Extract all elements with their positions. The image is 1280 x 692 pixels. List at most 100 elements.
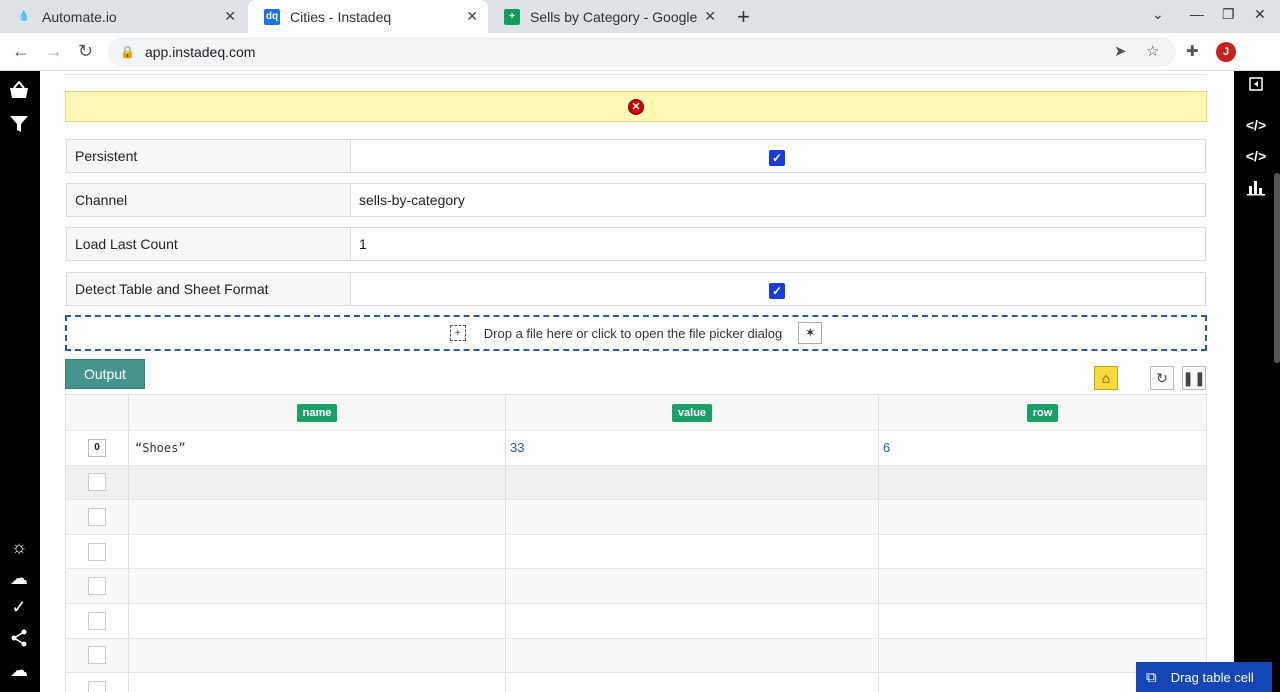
load-last-count-row: Load Last Count 1	[66, 227, 1206, 261]
table-cell[interactable]: 6	[879, 431, 1207, 465]
row-index-cell: 0	[65, 431, 129, 465]
magic-wand-icon[interactable]: ✶	[798, 322, 823, 344]
drag-table-cell-label: Drag table cell	[1170, 669, 1254, 685]
window-close-icon[interactable]: ✕	[1254, 6, 1266, 23]
check-circle-icon[interactable]: ✓	[8, 596, 30, 618]
reload-icon[interactable]: ↻	[78, 41, 93, 62]
row-checkbox[interactable]	[88, 646, 106, 665]
new-tab-icon[interactable]: +	[737, 4, 750, 30]
detect-format-row: Detect Table and Sheet Format ✓	[66, 272, 1206, 306]
table-row	[65, 569, 1207, 604]
send-icon[interactable]: ➤	[1114, 42, 1127, 60]
table-row: 0 “Shoes” 33 6	[65, 431, 1207, 466]
collapse-panel-icon[interactable]	[1243, 73, 1269, 95]
brightness-icon[interactable]: ☼	[8, 536, 30, 558]
error-icon[interactable]: ✕	[628, 98, 644, 115]
row-index-cell	[65, 673, 129, 692]
close-tab-icon[interactable]: ✕	[704, 8, 716, 25]
table-cell[interactable]	[129, 534, 506, 569]
tab-sheets[interactable]: + Sells by Category - Google ✕	[488, 0, 726, 33]
load-last-count-label: Load Last Count	[67, 228, 351, 260]
table-cell[interactable]	[879, 500, 1207, 534]
table-cell[interactable]	[129, 569, 506, 603]
code-icon[interactable]: </>	[1243, 114, 1269, 136]
table-row	[65, 534, 1207, 570]
tab-search-icon[interactable]: ⌄	[1152, 6, 1164, 23]
share-icon[interactable]	[8, 627, 30, 649]
name-value: “Shoes”	[135, 440, 186, 455]
row-checkbox[interactable]	[88, 507, 106, 526]
row-index[interactable]: 0	[88, 438, 106, 457]
back-icon[interactable]: ←	[12, 41, 30, 62]
code-alt-icon[interactable]: </>	[1243, 145, 1269, 167]
table-cell[interactable]	[879, 569, 1207, 603]
row-index-cell	[65, 638, 129, 673]
column-value-header[interactable]: value	[671, 403, 713, 422]
header-cell: name	[129, 395, 506, 430]
close-tab-icon[interactable]: ✕	[466, 8, 478, 25]
table-cell[interactable]: “Shoes”	[129, 431, 506, 465]
minimize-icon[interactable]: —	[1190, 6, 1204, 22]
forward-icon[interactable]: →	[45, 41, 63, 62]
bookmark-star-icon[interactable]: ☆	[1146, 42, 1159, 60]
row-checkbox[interactable]	[88, 680, 106, 692]
table-cell[interactable]	[879, 534, 1207, 569]
row-index-cell	[65, 465, 129, 500]
tab-title: Sells by Category - Google	[530, 8, 698, 25]
instadeq-favicon-icon: dq	[264, 8, 280, 25]
table-cell[interactable]	[129, 638, 506, 673]
clear-broom-icon[interactable]: ⌂	[1094, 366, 1118, 390]
table-cell[interactable]	[506, 465, 879, 500]
table-cell[interactable]	[129, 673, 506, 692]
pause-icon[interactable]: ❚❚	[1182, 366, 1206, 390]
url-text: app.instadeq.com	[144, 44, 256, 60]
table-cell[interactable]	[506, 569, 879, 603]
row-checkbox[interactable]	[88, 611, 106, 630]
detect-format-value-cell: ✓	[351, 273, 1205, 305]
restore-icon[interactable]: ❐	[1222, 6, 1235, 23]
drag-icon: ⧉	[1146, 668, 1157, 686]
row-checkbox[interactable]	[88, 577, 106, 596]
table-cell[interactable]	[506, 500, 879, 534]
cloud-upload-icon[interactable]: ☁	[8, 659, 30, 681]
basket-icon[interactable]	[8, 79, 30, 101]
detect-format-label: Detect Table and Sheet Format	[67, 273, 351, 305]
row-checkbox[interactable]	[88, 473, 106, 492]
table-cell[interactable]	[129, 603, 506, 638]
persistent-row: Persistent ✓	[66, 139, 1206, 173]
table-cell[interactable]	[506, 603, 879, 638]
table-cell[interactable]	[506, 673, 879, 692]
table-cell[interactable]	[879, 603, 1207, 638]
tab-automate[interactable]: 💧 Automate.io ✕	[0, 0, 246, 33]
table-cell[interactable]	[129, 465, 506, 500]
filter-icon[interactable]	[8, 113, 30, 135]
persistent-value-cell: ✓	[351, 140, 1205, 172]
channel-input[interactable]: sells-by-category	[351, 184, 1205, 216]
close-tab-icon[interactable]: ✕	[224, 8, 236, 25]
row-index-cell	[65, 500, 129, 534]
row-checkbox[interactable]	[88, 542, 106, 561]
table-cell[interactable]: 33	[506, 431, 879, 465]
file-dropzone[interactable]: + Drop a file here or click to open the …	[65, 315, 1207, 351]
column-name-header[interactable]: name	[296, 403, 338, 422]
bar-chart-icon[interactable]	[1243, 176, 1269, 198]
table-cell[interactable]	[879, 465, 1207, 500]
output-button[interactable]: Output	[65, 359, 145, 389]
detect-format-checkbox[interactable]: ✓	[769, 283, 785, 299]
left-sidebar: ☼ ☁ ✓ ☁	[0, 71, 40, 692]
cloud-sync-icon[interactable]: ☁	[8, 567, 30, 589]
scrollbar[interactable]	[1274, 173, 1280, 363]
value-value: 33	[510, 440, 525, 456]
persistent-checkbox[interactable]: ✓	[769, 150, 785, 166]
tab-instadeq[interactable]: dq Cities - Instadeq ✕	[248, 0, 488, 33]
address-bar[interactable]: 🔒 app.instadeq.com	[108, 37, 1176, 67]
table-cell[interactable]	[506, 638, 879, 673]
table-cell[interactable]	[506, 534, 879, 569]
table-cell[interactable]	[129, 500, 506, 534]
drag-table-cell-button[interactable]: ⧉ Drag table cell	[1136, 662, 1272, 692]
avatar[interactable]: J	[1216, 42, 1236, 62]
extensions-icon[interactable]: ✚	[1186, 42, 1199, 60]
column-row-header[interactable]: row	[1026, 403, 1059, 422]
refresh-icon[interactable]: ↻	[1150, 366, 1174, 390]
load-last-count-input[interactable]: 1	[351, 228, 1205, 260]
